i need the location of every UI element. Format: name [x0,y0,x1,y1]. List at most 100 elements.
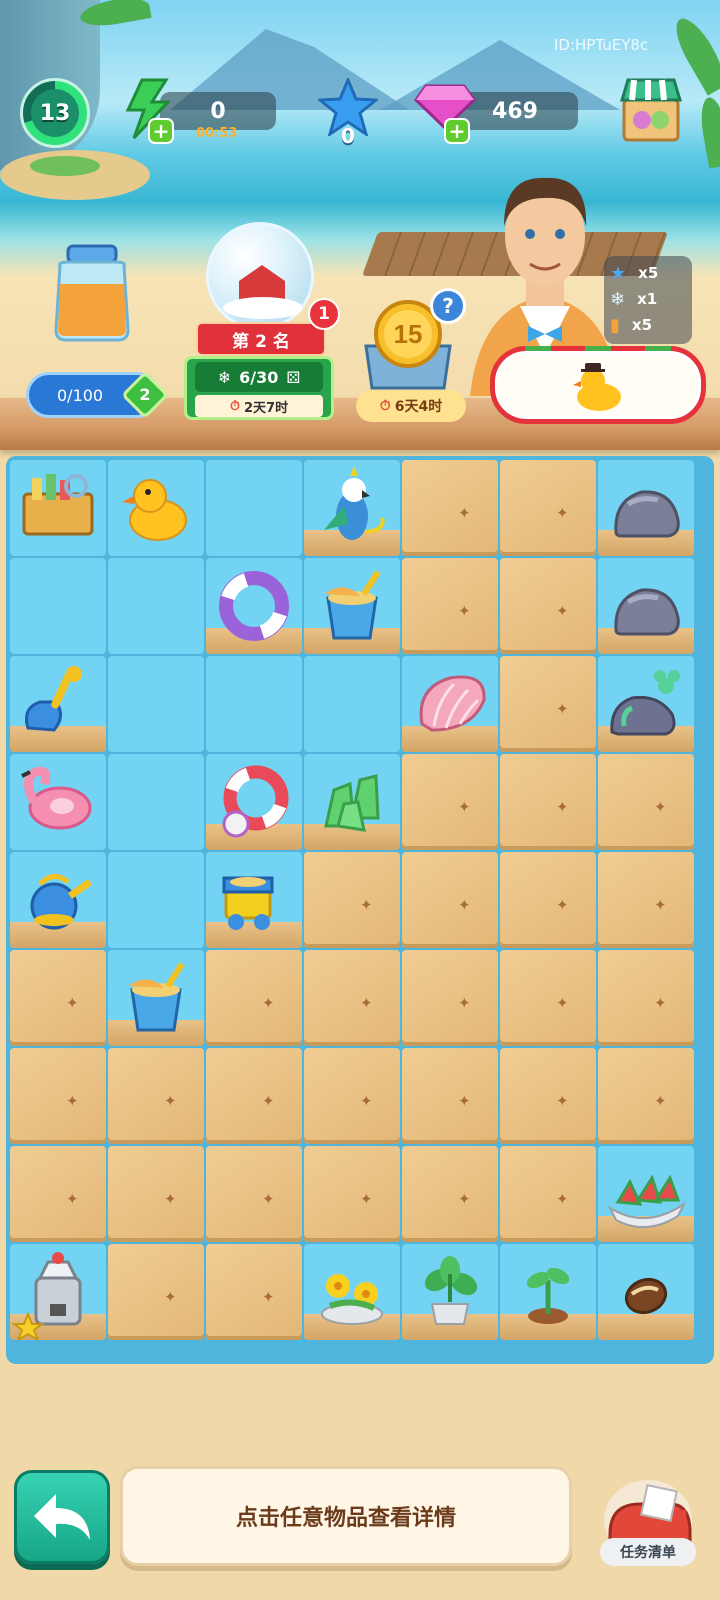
item-tile[interactable] [10,460,106,556]
sand-tile[interactable] [500,754,596,850]
add-gems-button[interactable]: + [444,118,470,144]
item-tile[interactable] [304,460,400,556]
item-tile[interactable] [500,1244,596,1340]
watermelon-icon [607,1174,687,1229]
sand-tile[interactable] [500,1146,596,1242]
rock-icon [614,588,680,636]
shop-icon[interactable] [618,74,684,146]
sand-tile[interactable] [402,460,498,556]
empty-tile[interactable] [108,558,204,654]
snow-globe-icon[interactable] [206,222,314,330]
sand-tile[interactable] [402,754,498,850]
flamingo-float-icon [21,766,92,830]
sand-tile[interactable] [108,1146,204,1242]
sand-tile[interactable] [598,1048,694,1144]
sand-tile[interactable] [598,754,694,850]
decoration [585,346,611,351]
sand-tile[interactable] [500,558,596,654]
item-tile[interactable] [402,1244,498,1340]
level-indicator[interactable]: 13 [20,78,90,148]
empty-tile[interactable] [10,558,106,654]
seashell-icon [419,675,486,732]
sand-tile[interactable] [500,950,596,1046]
sand-tile[interactable] [500,460,596,556]
sand-tile[interactable] [402,852,498,948]
item-tile[interactable] [10,852,106,948]
sand-tile[interactable] [206,950,302,1046]
item-tile[interactable] [598,558,694,654]
coin-box-timer: ⏱ 6天4时 [356,390,466,422]
sand-tile[interactable] [206,1244,302,1340]
empty-tile[interactable] [206,460,302,556]
task-list-label[interactable]: 任务清单 [600,1538,696,1566]
juice-jar-icon: ▮ [610,314,620,336]
sand-tile[interactable] [206,1146,302,1242]
sand-tile[interactable] [500,1048,596,1144]
event-progress-row: ❄ 6/30 ⚄ [195,362,323,392]
item-tile[interactable] [10,1244,106,1340]
item-tile[interactable] [304,754,400,850]
item-tile[interactable] [402,656,498,752]
decoration [525,346,551,351]
sand-tile[interactable] [304,1146,400,1242]
item-tile[interactable] [304,1244,400,1340]
back-button[interactable] [14,1470,110,1564]
rank-label: 第 2 名 [232,331,290,352]
sand-tile[interactable] [108,1244,204,1340]
item-tile[interactable] [10,656,106,752]
sand-tile[interactable] [10,1048,106,1144]
sand-tile[interactable] [598,852,694,948]
sand-tile[interactable] [500,656,596,752]
notification-badge: 1 [308,298,340,330]
sand-tile[interactable] [402,950,498,1046]
event-timer-row: ⏱ 2天7时 [195,395,323,417]
empty-tile[interactable] [206,656,302,752]
sand-tile[interactable] [598,950,694,1046]
item-tile[interactable] [10,754,106,850]
reward-label: x5 [638,264,659,282]
item-tile[interactable] [598,460,694,556]
add-energy-button[interactable]: + [148,118,174,144]
sand-tile[interactable] [304,1048,400,1144]
gem-count: 469 [492,98,538,124]
sand-tile[interactable] [500,852,596,948]
item-tile[interactable] [108,950,204,1046]
island [0,150,150,200]
clock-icon: ⏱ [379,398,391,414]
item-tile[interactable] [206,852,302,948]
reward-label: x1 [637,290,658,308]
palm-leaf [697,95,720,169]
watering-can-icon [30,874,93,930]
player-id: ID:HPTuEY8c [554,36,649,54]
sand-tile[interactable] [304,852,400,948]
item-tile[interactable] [206,558,302,654]
sand-tile[interactable] [108,1048,204,1144]
sand-tile[interactable] [304,950,400,1046]
energy-pill[interactable]: 0 [160,92,276,130]
hint-box: 点击任意物品查看详情 [120,1466,572,1566]
item-tile[interactable] [598,656,694,752]
sand-tile[interactable] [206,1048,302,1144]
jar-level-number: 2 [139,385,151,404]
empty-tile[interactable] [108,852,204,948]
sand-tile[interactable] [10,1146,106,1242]
item-tile[interactable] [304,558,400,654]
sand-tile[interactable] [402,558,498,654]
empty-tile[interactable] [304,656,400,752]
empty-tile[interactable] [108,754,204,850]
juice-jar-icon[interactable] [50,244,134,344]
juicer-icon [11,1252,82,1340]
item-tile[interactable] [108,460,204,556]
item-tile[interactable] [598,1244,694,1340]
sand-tile[interactable] [10,950,106,1046]
sand-tile[interactable] [402,1048,498,1144]
empty-tile[interactable] [108,656,204,752]
seed-icon [624,1277,668,1315]
hint-text: 点击任意物品查看详情 [235,1506,456,1531]
sand-tile[interactable] [402,1146,498,1242]
item-tile[interactable] [598,1146,694,1242]
event-card[interactable]: ❄ 6/30 ⚄ ⏱ 2天7时 [184,356,334,420]
back-arrow-icon [34,1494,90,1540]
order-request-bubble[interactable] [490,346,706,424]
item-tile[interactable] [206,754,302,850]
